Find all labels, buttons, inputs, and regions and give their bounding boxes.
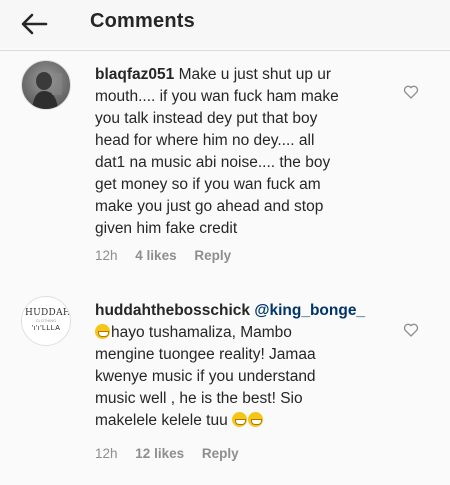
header-divider: [0, 50, 450, 51]
profile-photo-icon: [32, 72, 62, 109]
comment-time: 12h: [95, 248, 118, 263]
reply-button[interactable]: Reply: [194, 248, 231, 263]
comment-body: huddahthebosschick @king_bonge_ hayo tus…: [95, 300, 395, 432]
comment-body: blaqfaz051 Make u just shut up ur mouth.…: [95, 64, 395, 240]
comment-line: hayo tushamaliza, Mambo: [111, 324, 292, 341]
comment-line: given him fake credit: [95, 220, 238, 237]
comment-item: HUDDAH CLOTHING 'ı'ı'LLLA huddahthebossc…: [0, 296, 450, 476]
grinning-face-emoji-icon: [95, 324, 110, 339]
comment-item: blaqfaz051 Make u just shut up ur mouth.…: [0, 60, 450, 280]
arrow-left-icon[interactable]: [18, 10, 50, 38]
avatar[interactable]: HUDDAH CLOTHING 'ı'ı'LLLA: [21, 296, 71, 346]
comment-line: music well , he is the best! Sio: [95, 390, 303, 407]
heart-outline-icon[interactable]: [403, 84, 419, 100]
comment-meta: 12h 4 likes Reply: [95, 248, 245, 263]
heart-outline-icon[interactable]: [403, 322, 419, 338]
comment-line: mouth.... if you wan fuck ham make: [95, 88, 339, 105]
comment-line: you talk instead dey put that boy: [95, 110, 318, 127]
comment-username[interactable]: blaqfaz051: [95, 66, 174, 83]
avatar-logo-subtext: CLOTHING: [35, 318, 57, 323]
likes-count[interactable]: 12 likes: [135, 446, 184, 461]
avatar[interactable]: [21, 60, 71, 110]
comment-line: make you just go ahead and stop: [95, 198, 324, 215]
comment-line: mengine tuongee reality! Jamaa: [95, 346, 316, 363]
mention-link[interactable]: @king_bonge_: [254, 302, 365, 319]
page-title: Comments: [90, 10, 195, 32]
comment-meta: 12h 12 likes Reply: [95, 446, 253, 461]
comment-line: kwenye music if you understand: [95, 368, 316, 385]
comment-line: Make u just shut up ur: [178, 66, 332, 83]
reply-button[interactable]: Reply: [202, 446, 239, 461]
top-bar: Comments: [0, 0, 450, 48]
likes-count[interactable]: 4 likes: [135, 248, 176, 263]
avatar-logo-marks: 'ı'ı'LLLA: [31, 325, 61, 332]
comment-username[interactable]: huddahthebosschick: [95, 302, 250, 319]
comment-line: dat1 na music abi noise.... the boy: [95, 154, 331, 171]
avatar-logo-text: HUDDAH: [25, 308, 71, 318]
comment-line: makelele kelele tuu: [95, 412, 228, 429]
comment-time: 12h: [95, 446, 118, 461]
grinning-face-emoji-icon: [232, 412, 248, 427]
comment-line: get money so if you wan fuck am: [95, 176, 321, 193]
grinning-face-emoji-icon: [248, 412, 264, 427]
comment-line: head for where him no dey.... all: [95, 132, 315, 149]
